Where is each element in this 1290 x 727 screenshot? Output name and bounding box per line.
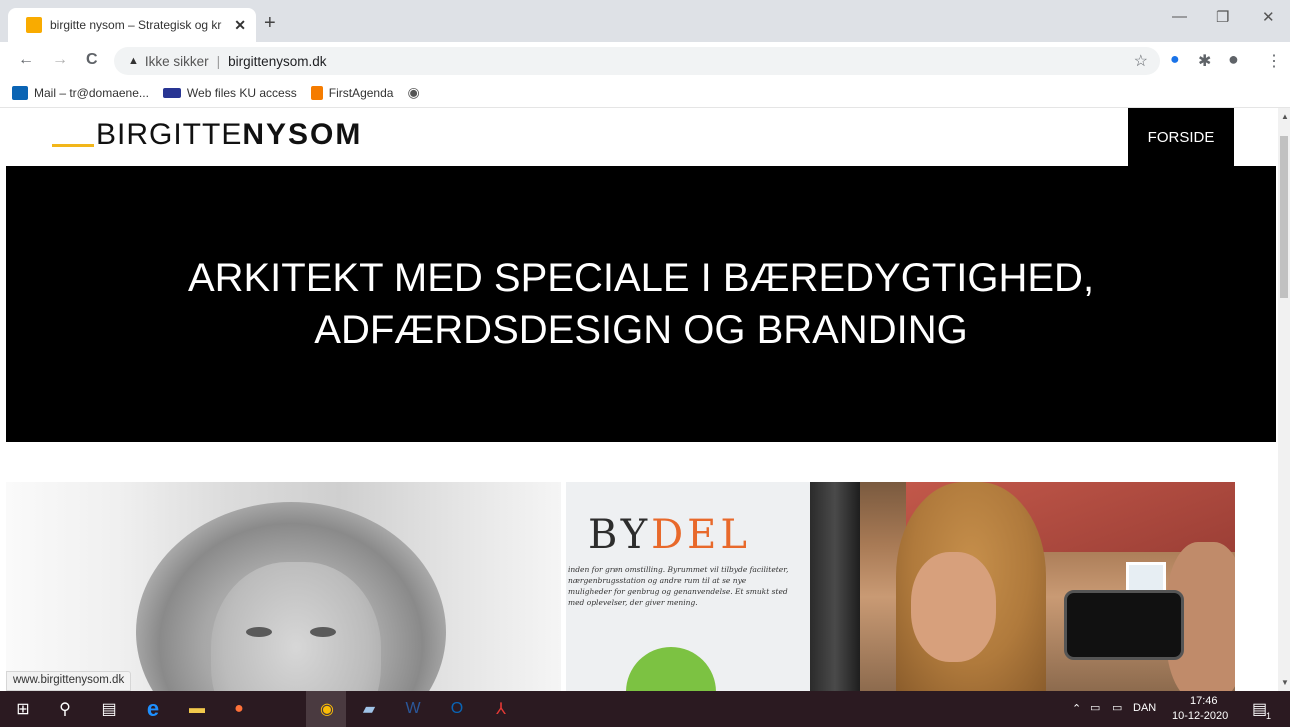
- street-pole: [810, 482, 860, 691]
- menu-icon[interactable]: ⋮: [1266, 51, 1282, 71]
- tray-chevron-icon[interactable]: ⌃: [1072, 702, 1081, 715]
- restore-button[interactable]: ❐: [1216, 8, 1229, 26]
- minimize-button[interactable]: —: [1172, 8, 1187, 25]
- address-url[interactable]: birgittenysom.dk: [228, 54, 326, 69]
- chrome-icon[interactable]: ◉: [316, 698, 338, 720]
- notification-icon[interactable]: ▤: [1252, 699, 1267, 719]
- hero-title: ARKITEKT MED SPECIALE I BÆREDYGTIGHED, A…: [187, 256, 1095, 352]
- page-viewport: BIRGITTE NYSOM FORSIDE ARKITEKT MED SPEC…: [0, 108, 1278, 691]
- extension-icon[interactable]: ●: [1170, 51, 1180, 69]
- warning-icon: ▲: [128, 55, 139, 67]
- edge-icon[interactable]: e: [142, 696, 164, 721]
- globe-icon: ◉: [407, 84, 420, 100]
- http-icon: [162, 87, 181, 98]
- bookmark-label: FirstAgenda: [328, 85, 394, 100]
- portrait-photo: [6, 482, 561, 691]
- bydel-photo: BYDEL inden for grøn omstilling. Byrumme…: [566, 482, 1235, 691]
- bookmark-firstagenda[interactable]: FirstAgenda: [310, 85, 394, 100]
- firefox-icon[interactable]: ●: [228, 698, 250, 720]
- notification-count: 1: [1266, 711, 1272, 721]
- woman-face: [911, 552, 996, 662]
- search-icon[interactable]: ⚲: [54, 698, 76, 720]
- logo-text-bold: NYSOM: [242, 118, 363, 151]
- address-separator: |: [216, 53, 221, 69]
- site-favicon-icon: [26, 17, 42, 33]
- bookmark-web-files[interactable]: Web files KU access: [162, 85, 297, 100]
- close-window-button[interactable]: ✕: [1262, 8, 1275, 26]
- reload-button[interactable]: C: [86, 51, 98, 69]
- logo-accent-line: [52, 144, 94, 147]
- puzzle-icon[interactable]: ✱: [1198, 51, 1211, 71]
- file-explorer-icon[interactable]: ▬: [186, 698, 208, 720]
- hero-banner: ARKITEKT MED SPECIALE I BÆREDYGTIGHED, A…: [6, 166, 1276, 442]
- page-scrollbar[interactable]: ▲ ▼: [1278, 108, 1290, 691]
- tab-strip: birgitte nysom – Strategisk og kr ✕ + — …: [0, 0, 1290, 42]
- poster-text: inden for grøn omstilling. Byrummet vil …: [568, 565, 789, 607]
- bookmarks-bar: Mail – tr@domaene... Web files KU access…: [0, 78, 1290, 108]
- app-icon[interactable]: ▰: [358, 698, 380, 720]
- tab-title: birgitte nysom – Strategisk og kr: [50, 18, 222, 32]
- outlook-taskbar-icon[interactable]: O: [446, 698, 468, 720]
- phone: [1064, 590, 1184, 660]
- logo-text-light: BIRGITTE: [96, 118, 243, 151]
- forward-button[interactable]: →: [52, 51, 68, 69]
- task-view-icon[interactable]: ▤: [98, 698, 120, 720]
- portrait-eye: [246, 627, 272, 637]
- bookmark-label: Web files KU access: [186, 85, 297, 100]
- browser-toolbar: ← → C ▲ Ikke sikker | birgittenysom.dk ☆…: [0, 42, 1290, 78]
- word-icon[interactable]: W: [402, 698, 424, 720]
- tab-close-icon[interactable]: ✕: [234, 17, 246, 34]
- scroll-thumb[interactable]: [1280, 136, 1288, 298]
- portrait-eye: [310, 627, 336, 637]
- language-indicator[interactable]: DAN: [1133, 702, 1156, 714]
- new-tab-button[interactable]: +: [264, 12, 276, 35]
- scroll-down-icon[interactable]: ▼: [1281, 678, 1289, 687]
- address-bar[interactable]: ▲ Ikke sikker | birgittenysom.dk ☆: [114, 47, 1160, 75]
- bookmark-star-icon[interactable]: ☆: [1134, 51, 1148, 71]
- site-logo[interactable]: BIRGITTE NYSOM: [52, 118, 362, 152]
- windows-start-icon[interactable]: ⊞: [12, 698, 34, 720]
- windows-taskbar: ⊞ ⚲ ▤ e ▬ ● ◉ ▰ W O ⅄ ⌃ ▭ ▭ DAN 17:46 10…: [0, 691, 1290, 727]
- bookmark-label: Mail – tr@domaene...: [34, 85, 149, 100]
- bookmark-icon: [310, 85, 323, 100]
- status-bar: www.birgittenysom.dk: [6, 671, 132, 691]
- back-button[interactable]: ←: [18, 51, 34, 69]
- scroll-up-icon[interactable]: ▲: [1281, 112, 1289, 121]
- acrobat-icon[interactable]: ⅄: [490, 698, 512, 720]
- outlook-icon: [12, 85, 28, 100]
- security-label[interactable]: Ikke sikker: [145, 54, 209, 69]
- poster-graphic: [626, 647, 716, 691]
- bookmark-mail[interactable]: Mail – tr@domaene...: [12, 85, 149, 100]
- nav-forside-link[interactable]: FORSIDE: [1128, 108, 1234, 166]
- bookmark-globe[interactable]: ◉: [407, 84, 419, 101]
- bydel-poster: BYDEL inden for grøn omstilling. Byrumme…: [566, 482, 810, 691]
- browser-tab[interactable]: birgitte nysom – Strategisk og kr ✕: [8, 8, 256, 42]
- network-icon[interactable]: ▭: [1112, 701, 1122, 714]
- clock-time[interactable]: 17:46: [1190, 695, 1218, 707]
- clock-date[interactable]: 10-12-2020: [1172, 710, 1228, 722]
- poster-title: BYDEL: [588, 512, 751, 558]
- battery-icon[interactable]: ▭: [1090, 701, 1100, 714]
- profile-avatar-icon[interactable]: ●: [1228, 49, 1239, 70]
